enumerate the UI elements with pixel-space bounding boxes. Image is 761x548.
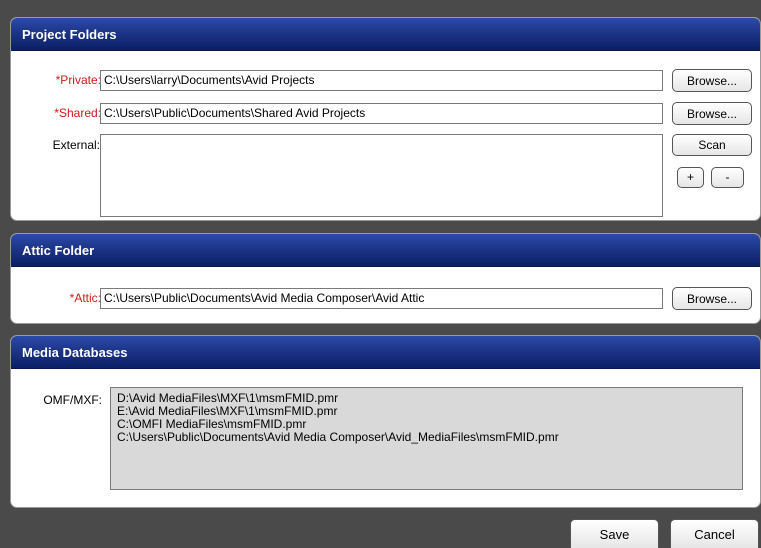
- attic-path-field[interactable]: C:\Users\Public\Documents\Avid Media Com…: [100, 288, 663, 309]
- media-databases-header: Media Databases: [11, 336, 760, 369]
- shared-label: *Shared:: [54, 106, 101, 120]
- attic-folder-panel: Attic Folder *Attic: C:\Users\Public\Doc…: [10, 233, 761, 324]
- media-databases-panel: Media Databases OMF/MXF: D:\Avid MediaFi…: [10, 335, 761, 508]
- add-folder-button[interactable]: +: [677, 167, 704, 188]
- scan-button[interactable]: Scan: [672, 134, 752, 156]
- project-folders-header: Project Folders: [11, 18, 760, 51]
- save-button[interactable]: Save: [570, 519, 659, 548]
- external-label: External:: [52, 138, 100, 152]
- list-item[interactable]: C:\Users\Public\Documents\Avid Media Com…: [117, 431, 736, 444]
- attic-label: *Attic:: [69, 291, 101, 305]
- attic-folder-header: Attic Folder: [11, 234, 760, 267]
- private-label: *Private:: [55, 73, 101, 87]
- shared-browse-button[interactable]: Browse...: [672, 102, 752, 125]
- private-path-field[interactable]: C:\Users\larry\Documents\Avid Projects: [100, 70, 663, 91]
- private-browse-button[interactable]: Browse...: [672, 69, 752, 92]
- remove-folder-button[interactable]: -: [711, 167, 744, 188]
- shared-path-field[interactable]: C:\Users\Public\Documents\Shared Avid Pr…: [100, 103, 663, 124]
- attic-browse-button[interactable]: Browse...: [672, 287, 752, 310]
- cancel-button[interactable]: Cancel: [670, 519, 759, 548]
- media-database-list[interactable]: D:\Avid MediaFiles\MXF\1\msmFMID.pmr E:\…: [110, 387, 743, 490]
- project-folders-panel: Project Folders *Private: C:\Users\larry…: [10, 17, 761, 221]
- omf-mxf-label: OMF/MXF:: [43, 393, 102, 407]
- external-folders-list[interactable]: [100, 134, 663, 217]
